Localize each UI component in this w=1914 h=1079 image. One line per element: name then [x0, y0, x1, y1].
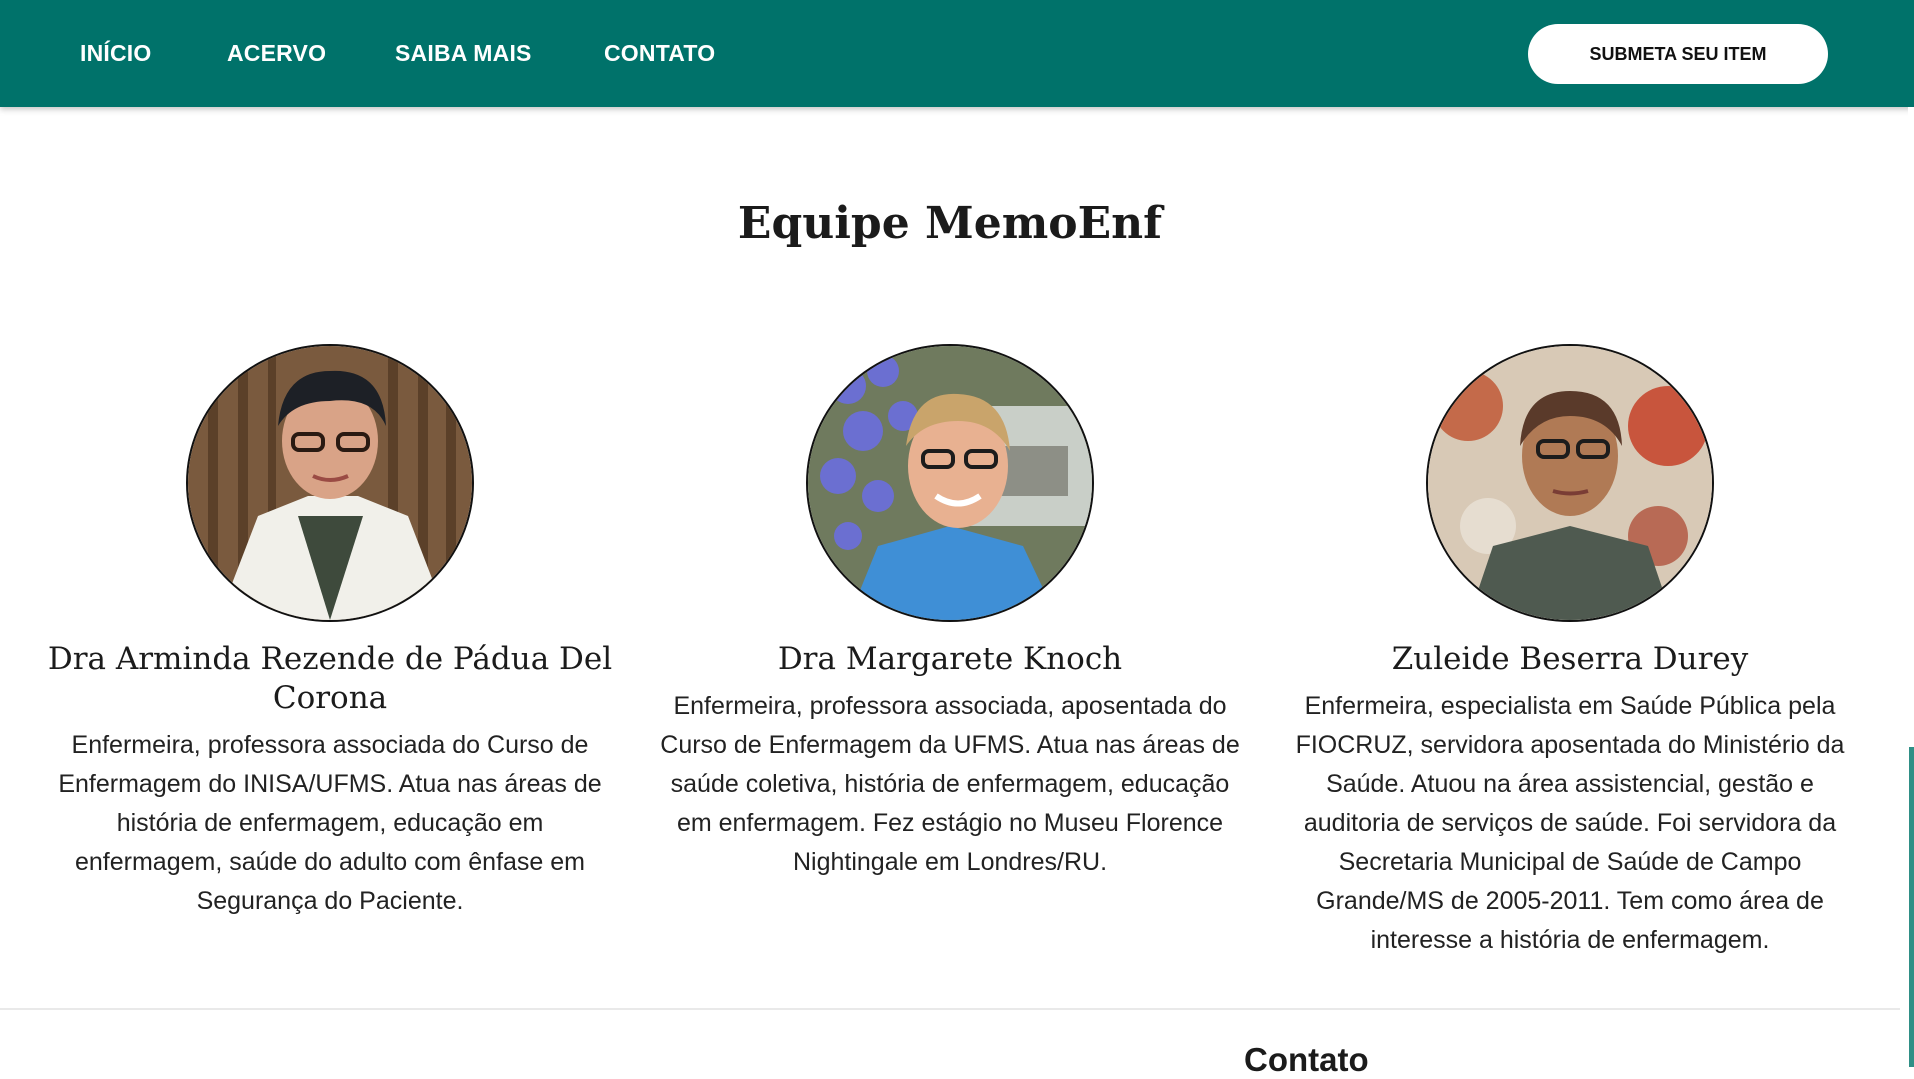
member-bio: Enfermeira, especialista em Saúde Públic…	[1295, 692, 1845, 954]
nav-link-contato[interactable]: CONTATO	[604, 40, 715, 67]
top-navigation-bar: INÍCIO ACERVO SAIBA MAIS CONTATO SUBMETA…	[0, 0, 1914, 107]
nav-link-inicio[interactable]: INÍCIO	[80, 40, 151, 67]
team-section-title: Equipe MemoEnf	[737, 198, 1163, 249]
member-name: Dra Margarete Knoch	[777, 641, 1123, 677]
portrait-image	[808, 346, 1092, 620]
team-member-card: Dra Arminda Rezende de Pádua Del Corona …	[40, 344, 620, 921]
member-bio: Enfermeira, professora associada, aposen…	[660, 692, 1240, 876]
member-photo-margarete	[806, 344, 1094, 622]
footer-contact-heading: Contato	[1244, 1041, 1369, 1078]
page-scrollbar[interactable]	[1908, 107, 1914, 1079]
nav-link-acervo[interactable]: ACERVO	[227, 40, 326, 67]
footer-divider	[0, 1008, 1900, 1010]
portrait-image	[188, 346, 472, 620]
member-name: Zuleide Beserra Durey	[1391, 641, 1749, 677]
team-member-card: Dra Margarete Knoch Enfermeira, professo…	[660, 344, 1240, 882]
nav-link-saiba-mais[interactable]: SAIBA MAIS	[395, 40, 532, 67]
member-photo-arminda	[186, 344, 474, 622]
member-bio: Enfermeira, professora associada do Curs…	[58, 731, 602, 915]
member-name: Dra Arminda Rezende de Pádua Del Corona	[47, 641, 613, 716]
submit-item-button[interactable]: SUBMETA SEU ITEM	[1528, 24, 1828, 84]
team-member-card: Zuleide Beserra Durey Enfermeira, especi…	[1280, 344, 1860, 960]
portrait-image	[1428, 346, 1712, 620]
member-photo-zuleide	[1426, 344, 1714, 622]
scrollbar-thumb[interactable]	[1909, 747, 1914, 1067]
